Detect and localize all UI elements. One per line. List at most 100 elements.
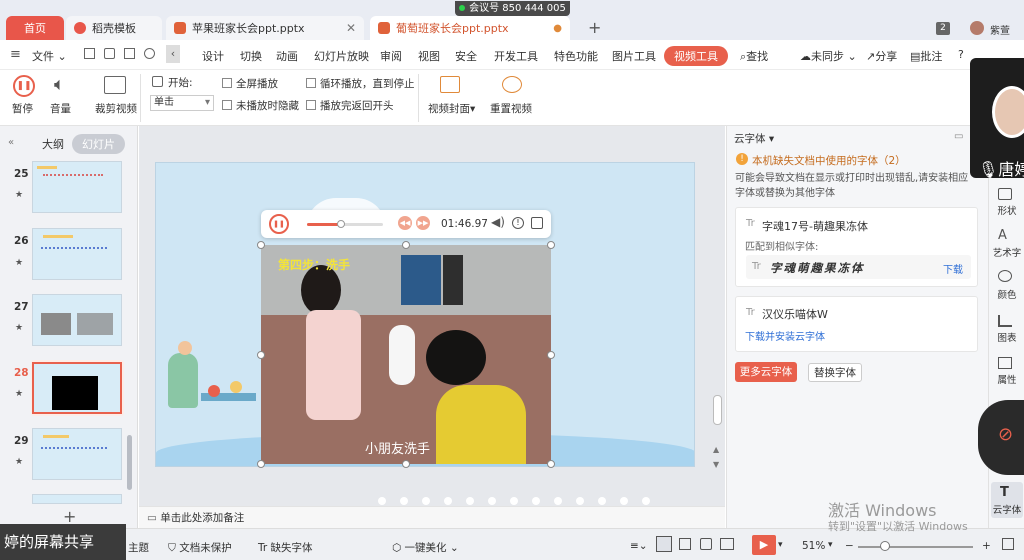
- pager-dot[interactable]: [598, 497, 606, 505]
- scroll-up-icon[interactable]: ▲: [713, 445, 719, 454]
- slide-thumbnail-29[interactable]: [32, 428, 122, 480]
- slide-thumbnail-26[interactable]: [32, 228, 122, 280]
- tab-docer-templates[interactable]: 稻壳模板: [66, 16, 162, 40]
- art-text-icon[interactable]: A: [998, 228, 1007, 243]
- scroll-down-icon[interactable]: ▼: [713, 460, 719, 469]
- menu-slideshow[interactable]: 幻灯片放映: [314, 48, 369, 64]
- resize-handle[interactable]: [257, 351, 265, 359]
- pager-dot[interactable]: [488, 497, 496, 505]
- menu-design[interactable]: 设计: [202, 48, 224, 64]
- slide-thumbnail-25[interactable]: [32, 161, 122, 213]
- missing-font-status[interactable]: Tr 缺失字体: [258, 540, 313, 555]
- pager-dot[interactable]: [444, 497, 452, 505]
- loop-checkbox[interactable]: 循环播放，直到停止: [306, 76, 415, 91]
- chart-icon[interactable]: [998, 315, 1012, 327]
- info-icon[interactable]: !: [512, 217, 524, 229]
- video-progress-knob[interactable]: [337, 220, 346, 228]
- theme-label[interactable]: 主题: [128, 540, 149, 555]
- resize-handle[interactable]: [547, 241, 555, 249]
- notes-toggle-icon[interactable]: ≡⌄: [630, 540, 648, 552]
- side-tool-chart[interactable]: 图表: [990, 330, 1024, 344]
- video-progress-track[interactable]: [307, 220, 383, 228]
- slide-pager-dots[interactable]: [378, 497, 658, 505]
- play-pause-icon[interactable]: ❚❚: [269, 214, 289, 234]
- pager-dot[interactable]: [466, 497, 474, 505]
- slide-thumbnail-28[interactable]: [32, 362, 122, 414]
- start-select[interactable]: 单击 ▾: [150, 95, 214, 111]
- pager-dot[interactable]: [576, 497, 584, 505]
- collapse-panel-icon[interactable]: «: [8, 137, 14, 148]
- print-icon[interactable]: [124, 48, 135, 59]
- trim-video-label[interactable]: 裁剪视频: [95, 101, 137, 116]
- zoom-slider-knob[interactable]: [880, 541, 890, 551]
- window-count-badge[interactable]: 2: [936, 22, 950, 35]
- resize-handle[interactable]: [547, 460, 555, 468]
- rewind-checkbox[interactable]: 播放完返回开头: [306, 98, 394, 113]
- tab-slides[interactable]: 幻灯片: [72, 134, 125, 154]
- video-cover-label[interactable]: 视频封面▾: [428, 101, 475, 116]
- shape-icon[interactable]: [998, 188, 1012, 200]
- side-tool-color[interactable]: 颜色: [990, 287, 1024, 301]
- fit-window-icon[interactable]: [1002, 538, 1014, 550]
- more-cloud-fonts-button[interactable]: 更多云字体: [735, 362, 797, 382]
- export-icon[interactable]: [104, 48, 115, 59]
- tab-apple-class-ppt[interactable]: 苹果班家长会ppt.pptx ✕: [166, 16, 364, 40]
- forward-icon[interactable]: ▶▶: [416, 216, 430, 230]
- participant-video[interactable]: 🎙︎唐婷: [970, 58, 1024, 179]
- tab-home[interactable]: 首页: [6, 16, 64, 40]
- fullscreen-checkbox[interactable]: 全屏播放: [222, 76, 278, 91]
- pager-dot[interactable]: [620, 497, 628, 505]
- pager-dot[interactable]: [532, 497, 540, 505]
- video-cover-icon[interactable]: [440, 76, 460, 93]
- reading-view-icon[interactable]: [700, 538, 712, 550]
- pause-label[interactable]: 暂停: [12, 101, 33, 116]
- pager-dot[interactable]: [422, 497, 430, 505]
- chevron-down-icon[interactable]: ▾: [828, 540, 833, 550]
- side-tool-cloud-font[interactable]: 云字体: [990, 502, 1024, 516]
- normal-view-icon[interactable]: [656, 536, 672, 552]
- side-tool-properties[interactable]: 属性: [990, 372, 1024, 386]
- meeting-indicator[interactable]: 会议号 850 444 005: [455, 1, 570, 16]
- pane-header[interactable]: 云字体 ▾: [734, 131, 774, 146]
- resize-handle[interactable]: [547, 351, 555, 359]
- replace-font-button[interactable]: 替换字体: [808, 363, 862, 382]
- avatar[interactable]: [970, 21, 984, 35]
- resize-handle[interactable]: [402, 241, 410, 249]
- close-icon[interactable]: ✕: [346, 21, 356, 35]
- presenter-view-icon[interactable]: [720, 538, 734, 550]
- mic-muted-icon[interactable]: ⊘: [998, 424, 1013, 445]
- document-protect[interactable]: ⛉ 文档未保护: [168, 540, 232, 555]
- help-icon[interactable]: ?: [958, 48, 964, 61]
- volume-label[interactable]: 音量: [50, 101, 71, 116]
- pause-icon[interactable]: ❚❚: [13, 75, 35, 97]
- notes-area[interactable]: ▭ 单击此处添加备注: [139, 506, 725, 528]
- pager-dot[interactable]: [642, 497, 650, 505]
- preview-icon[interactable]: [144, 48, 155, 59]
- menu-sync[interactable]: ☁未同步 ⌄: [800, 48, 857, 64]
- download-link[interactable]: 下载: [943, 261, 963, 276]
- resize-handle[interactable]: [257, 460, 265, 468]
- new-tab-icon[interactable]: +: [588, 18, 601, 37]
- menu-view[interactable]: 视图: [418, 48, 440, 64]
- volume-icon[interactable]: ◀): [491, 215, 505, 229]
- menu-security[interactable]: 安全: [455, 48, 477, 64]
- pager-dot[interactable]: [554, 497, 562, 505]
- pager-dot[interactable]: [378, 497, 386, 505]
- one-click-beautify[interactable]: ⬡ 一键美化 ⌄: [392, 540, 459, 555]
- reset-video-icon[interactable]: [502, 76, 522, 93]
- reset-video-label[interactable]: 重置视频: [490, 101, 532, 116]
- trim-video-icon[interactable]: [104, 76, 126, 94]
- zoom-slider[interactable]: [858, 546, 973, 548]
- slide-thumbnail-27[interactable]: [32, 294, 122, 346]
- tab-grape-class-ppt[interactable]: 葡萄班家长会ppt.pptx ●: [370, 16, 570, 40]
- tab-outline[interactable]: 大纲: [32, 134, 74, 154]
- menu-picture-tools[interactable]: 图片工具: [612, 48, 656, 64]
- scroll-left-icon[interactable]: ‹: [166, 45, 180, 63]
- menu-share[interactable]: ↗分享: [866, 48, 897, 64]
- chevron-down-icon[interactable]: ▾: [778, 540, 783, 550]
- cloud-font-icon[interactable]: T: [1000, 485, 1009, 500]
- menu-features[interactable]: 特色功能: [554, 48, 598, 64]
- sorter-view-icon[interactable]: [679, 538, 691, 550]
- play-slideshow-icon[interactable]: ▶: [752, 535, 776, 555]
- menu-review[interactable]: 审阅: [380, 48, 402, 64]
